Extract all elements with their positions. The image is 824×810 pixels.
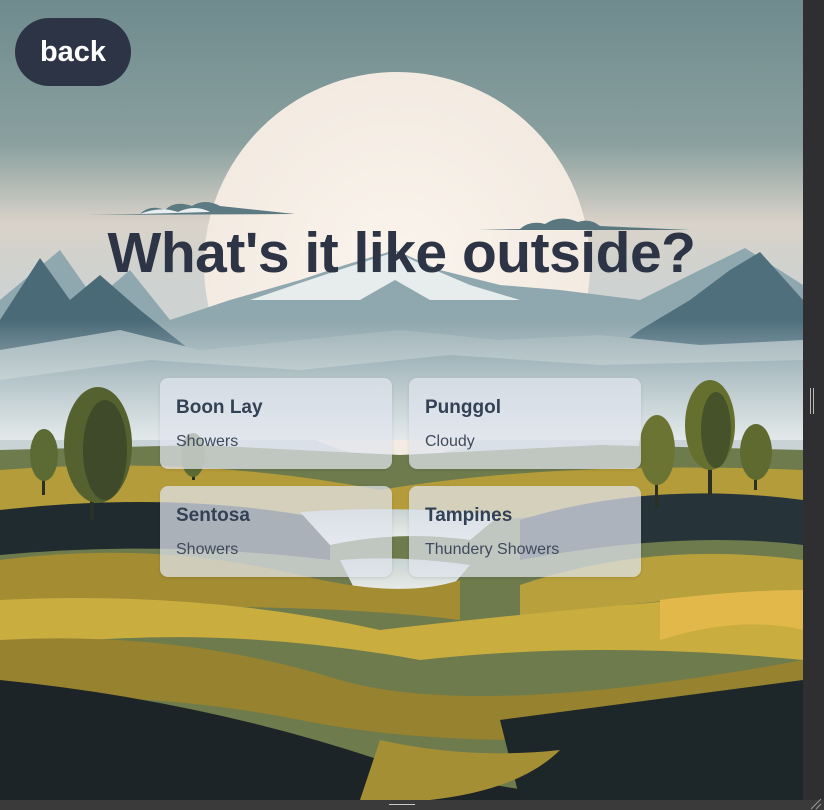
location-name: Sentosa (176, 505, 250, 526)
forecast-text: Thundery Showers (425, 541, 560, 558)
location-name: Tampines (425, 505, 513, 526)
location-card-sentosa[interactable]: Sentosa Showers (160, 486, 392, 577)
page-title: What's it like outside? (107, 221, 696, 285)
forecast-text: Showers (176, 541, 239, 558)
resize-corner-icon[interactable] (808, 796, 822, 810)
location-card-tampines[interactable]: Tampines Thundery Showers (409, 486, 641, 577)
back-button[interactable]: back (15, 18, 131, 86)
location-name: Boon Lay (176, 397, 263, 418)
page-viewport: back What's it like outside? Boon Lay Sh… (0, 0, 803, 800)
app-window: back What's it like outside? Boon Lay Sh… (0, 0, 824, 810)
location-card-punggol[interactable]: Punggol Cloudy (409, 378, 641, 469)
location-name: Punggol (425, 397, 501, 418)
bottom-grip-line (389, 804, 415, 805)
forecast-text: Cloudy (425, 433, 475, 450)
forecast-text: Showers (176, 433, 239, 450)
grip-lines-icon[interactable] (810, 388, 815, 414)
landscape-background (0, 0, 803, 800)
location-card-boon-lay[interactable]: Boon Lay Showers (160, 378, 392, 469)
horizontal-scrollbar[interactable] (0, 800, 824, 810)
